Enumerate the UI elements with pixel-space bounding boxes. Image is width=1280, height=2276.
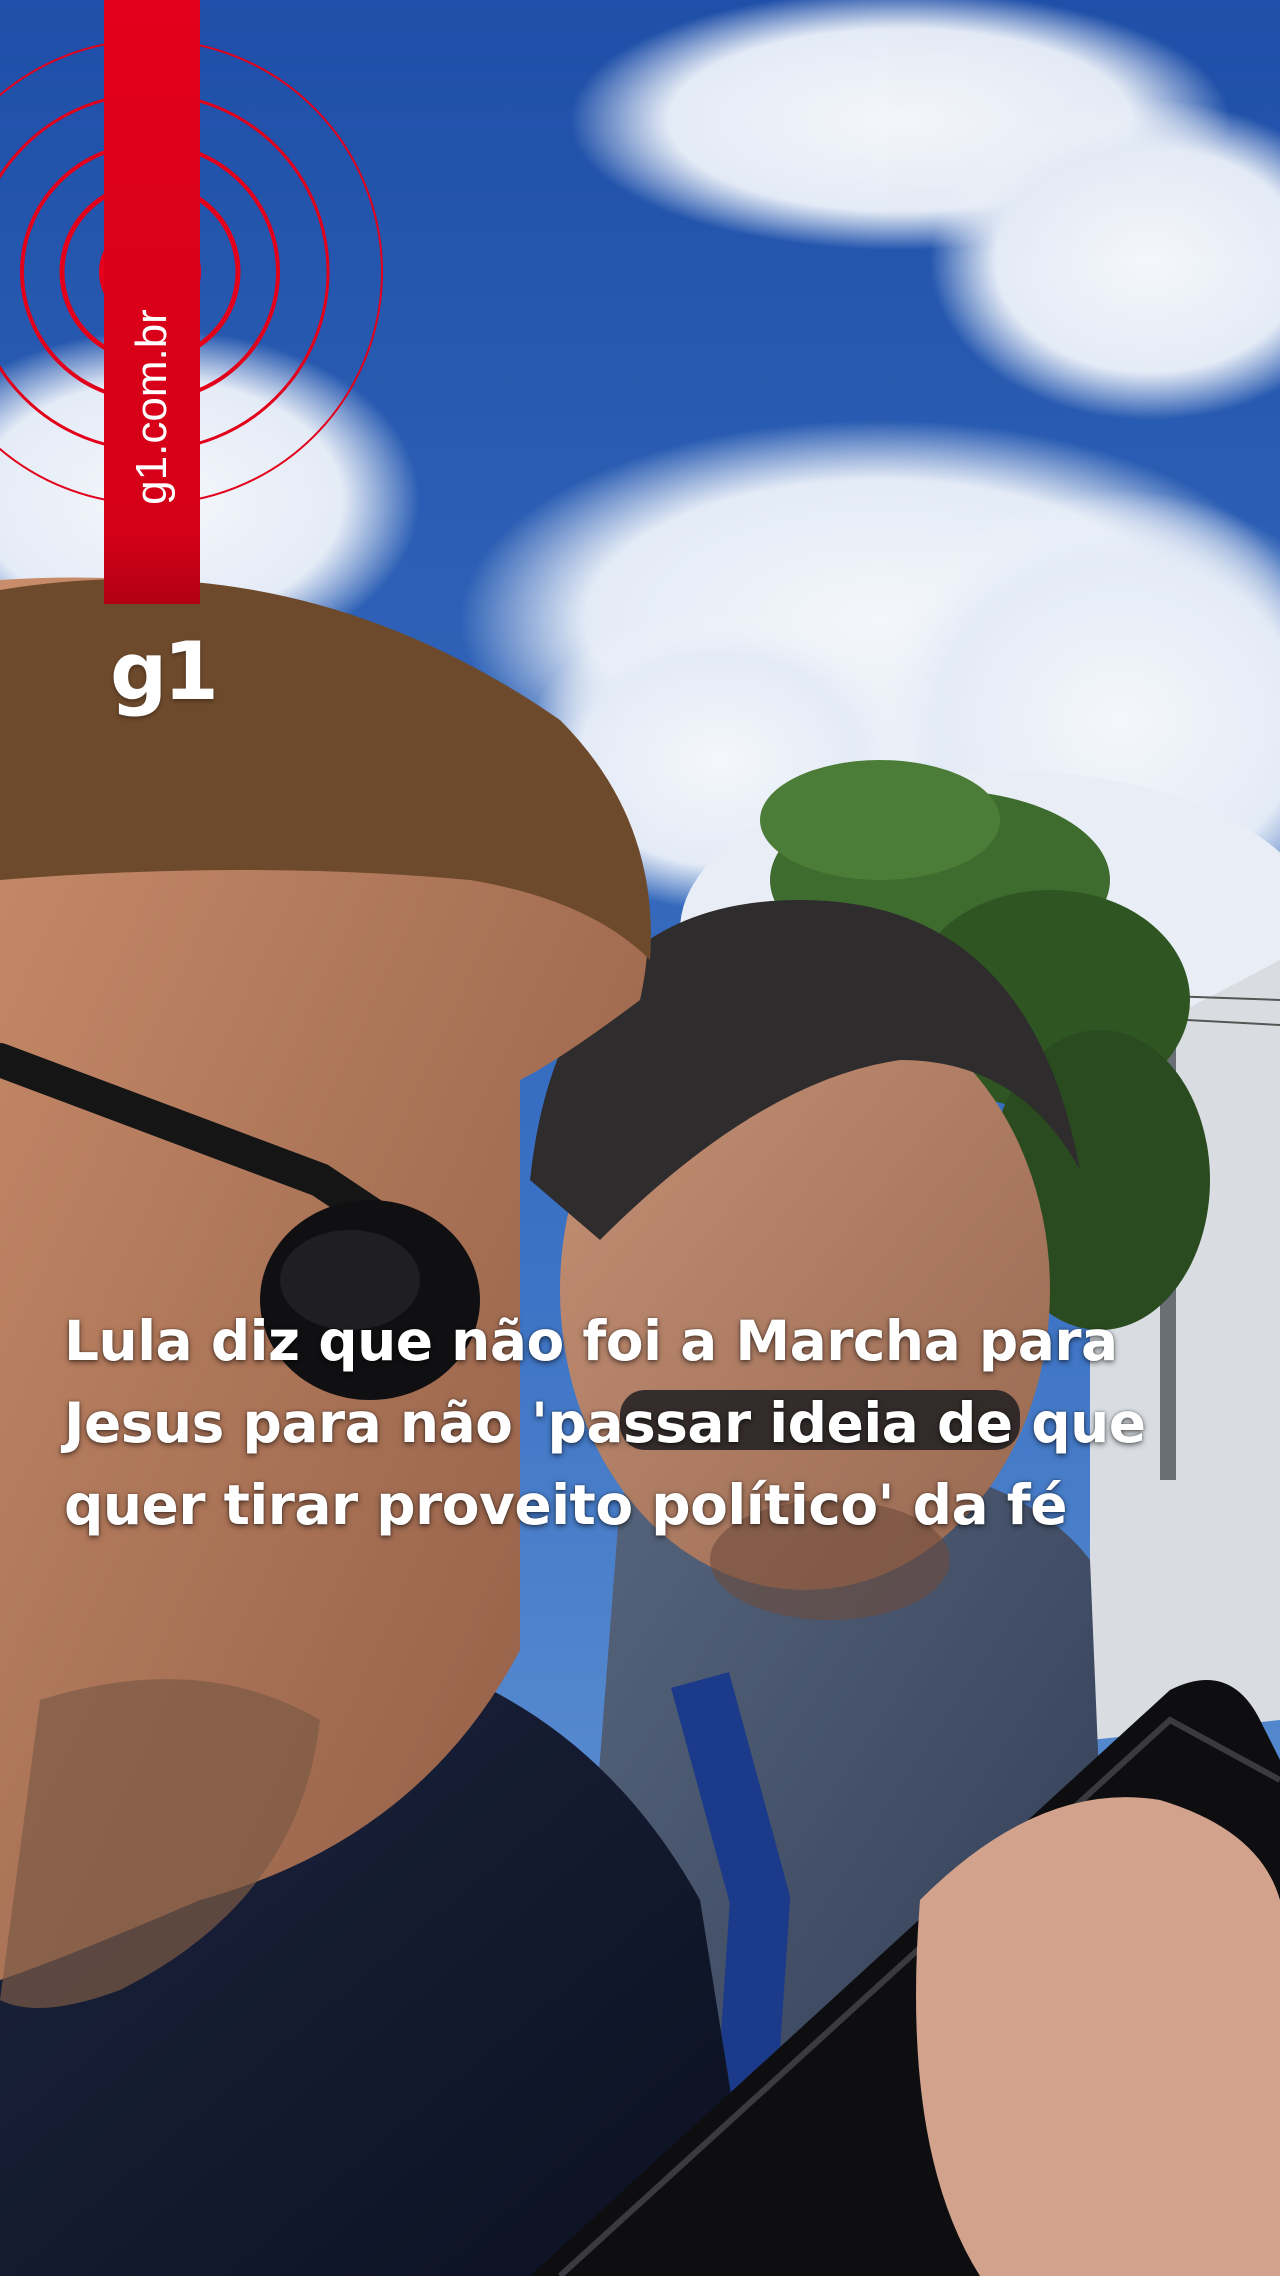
video-frame: g1.com.br g1 Lula diz que não foi a Marc…: [0, 0, 1280, 2276]
video-caption: Lula diz que não foi a Marcha para Jesus…: [64, 1300, 1244, 1546]
brand-url-container: g1.com.br: [104, 0, 200, 560]
caption-line-1: Lula diz que não foi a Marcha para: [64, 1309, 1118, 1373]
caption-line-2: Jesus para não 'passar ideia de que: [64, 1391, 1146, 1455]
caption-line-3: quer tirar proveito político' da fé: [64, 1473, 1068, 1537]
g1-logo: g1: [110, 625, 219, 718]
brand-url-label: g1.com.br: [127, 309, 177, 505]
hand: [916, 1797, 1280, 2276]
